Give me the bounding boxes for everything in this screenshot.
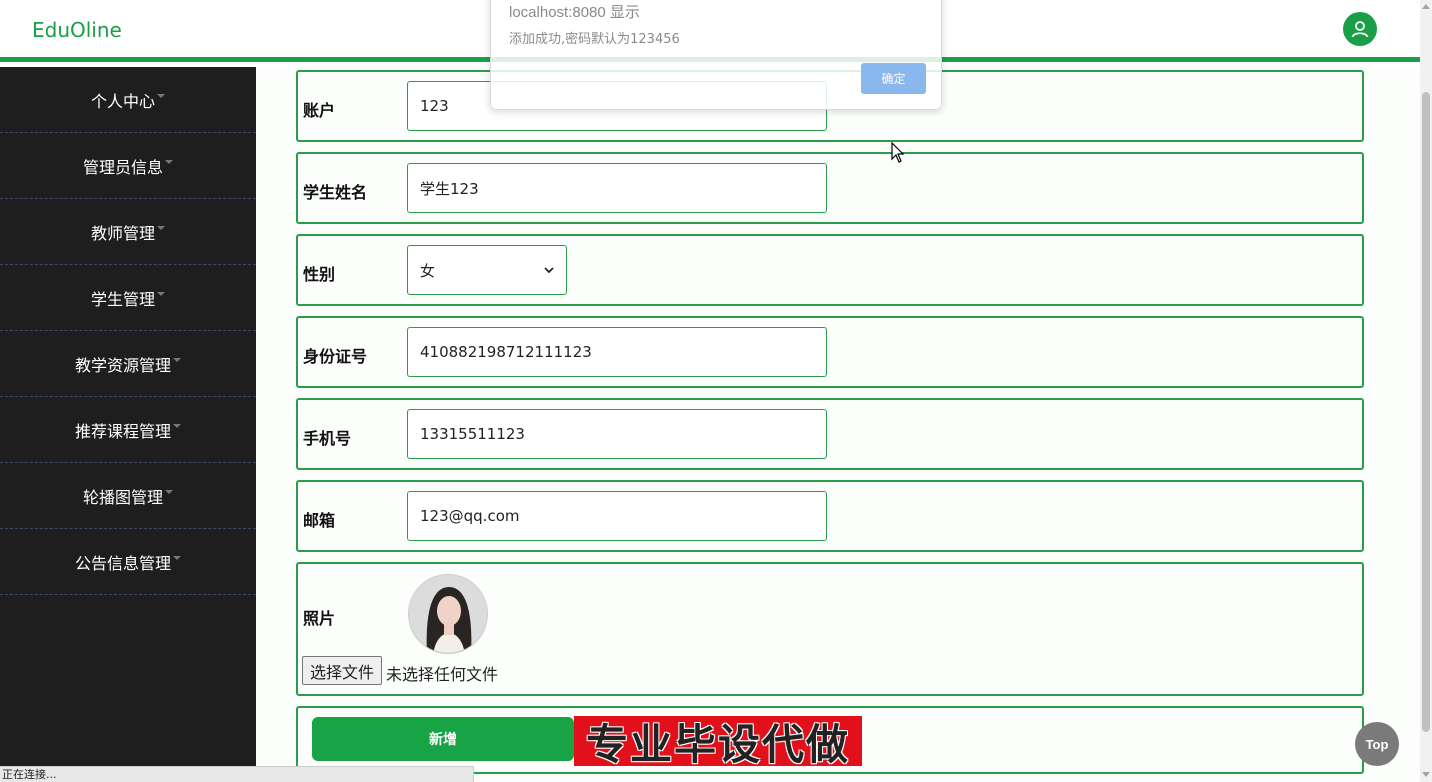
form-row-phone: 手机号 13315511123 — [296, 398, 1364, 470]
chevron-down-icon — [173, 555, 181, 560]
name-label: 学生姓名 — [303, 183, 368, 202]
sidebar-item-teacher-management[interactable]: 教师管理 — [0, 199, 256, 265]
phone-input[interactable]: 13315511123 — [407, 409, 827, 459]
file-status-text: 未选择任何文件 — [386, 665, 499, 684]
brand-logo[interactable]: EduOline — [32, 18, 122, 42]
sidebar-item-label: 教师管理 — [90, 223, 155, 243]
sidebar-item-carousel-management[interactable]: 轮播图管理 — [0, 463, 256, 529]
form-row-photo: 照片 选择文件 未选择任何文件 — [296, 562, 1364, 696]
form-row-gender: 性别 女 — [296, 234, 1364, 306]
choose-file-button[interactable]: 选择文件 — [302, 656, 383, 685]
sidebar-item-course-management[interactable]: 推荐课程管理 — [0, 397, 256, 463]
form-row-email: 邮箱 123@qq.com — [296, 480, 1364, 552]
phone-label: 手机号 — [303, 429, 352, 448]
id-number-label: 身份证号 — [303, 347, 368, 366]
back-to-top-button[interactable]: Top — [1355, 722, 1399, 766]
sidebar-item-label: 管理员信息 — [82, 157, 163, 177]
chevron-down-icon — [544, 266, 554, 273]
sidebar-item-label: 轮播图管理 — [82, 487, 163, 507]
gender-select[interactable]: 女 — [407, 245, 567, 295]
chevron-down-icon — [157, 291, 165, 296]
scroll-down-icon[interactable] — [1422, 772, 1430, 777]
sidebar-item-label: 个人中心 — [90, 91, 155, 111]
chevron-down-icon — [173, 423, 181, 428]
chevron-down-icon — [165, 489, 173, 494]
sidebar-item-label: 教学资源管理 — [74, 355, 171, 375]
id-number-input[interactable]: 410882198712111123 — [407, 327, 827, 377]
email-input[interactable]: 123@qq.com — [407, 491, 827, 541]
portrait-image — [409, 575, 487, 653]
form-row-id-number: 身份证号 410882198712111123 — [296, 316, 1364, 388]
student-photo — [408, 574, 488, 654]
sidebar-item-notice-management[interactable]: 公告信息管理 — [0, 529, 256, 595]
sidebar-item-label: 推荐课程管理 — [74, 421, 171, 441]
mouse-cursor-icon — [891, 142, 905, 163]
sidebar-item-label: 学生管理 — [90, 289, 155, 309]
sidebar-item-student-management[interactable]: 学生管理 — [0, 265, 256, 331]
gender-label: 性别 — [303, 265, 336, 284]
chevron-down-icon — [157, 93, 165, 98]
email-label: 邮箱 — [303, 511, 336, 530]
name-input[interactable]: 学生123 — [407, 163, 827, 213]
scrollbar-thumb[interactable] — [1422, 92, 1430, 732]
user-icon — [1351, 21, 1369, 38]
form-row-name: 学生姓名 学生123 — [296, 152, 1364, 224]
browser-status-bar: 正在连接... — [0, 766, 474, 782]
account-label: 账户 — [303, 101, 336, 120]
main-content: 账户 123 学生姓名 学生123 性别 女 身份证号 410882198712… — [256, 67, 1420, 782]
submit-button[interactable]: 新增 — [312, 717, 574, 761]
sidebar-menu: 个人中心 管理员信息 教师管理 学生管理 教学资源管理 推荐课程管理 轮播图管理… — [0, 67, 256, 782]
chevron-down-icon — [157, 225, 165, 230]
dialog-ok-button[interactable]: 确定 — [861, 63, 926, 94]
dialog-title: localhost:8080 显示 — [509, 4, 640, 21]
sidebar-item-label: 公告信息管理 — [74, 553, 171, 573]
chevron-down-icon — [173, 357, 181, 362]
sidebar-item-personal-center[interactable]: 个人中心 — [0, 67, 256, 133]
dialog-message: 添加成功,密码默认为123456 — [509, 32, 680, 47]
watermark-banner: 专业毕设代做 — [574, 716, 862, 769]
vertical-scrollbar[interactable] — [1420, 0, 1432, 782]
alert-dialog: localhost:8080 显示 添加成功,密码默认为123456 确定 — [490, 0, 942, 110]
scroll-up-icon[interactable] — [1422, 4, 1430, 9]
chevron-down-icon — [165, 159, 173, 164]
sidebar-item-resource-management[interactable]: 教学资源管理 — [0, 331, 256, 397]
gender-selected-value: 女 — [420, 261, 436, 280]
photo-label: 照片 — [303, 609, 336, 628]
user-avatar-button[interactable] — [1343, 12, 1377, 46]
sidebar-item-admin-info[interactable]: 管理员信息 — [0, 133, 256, 199]
